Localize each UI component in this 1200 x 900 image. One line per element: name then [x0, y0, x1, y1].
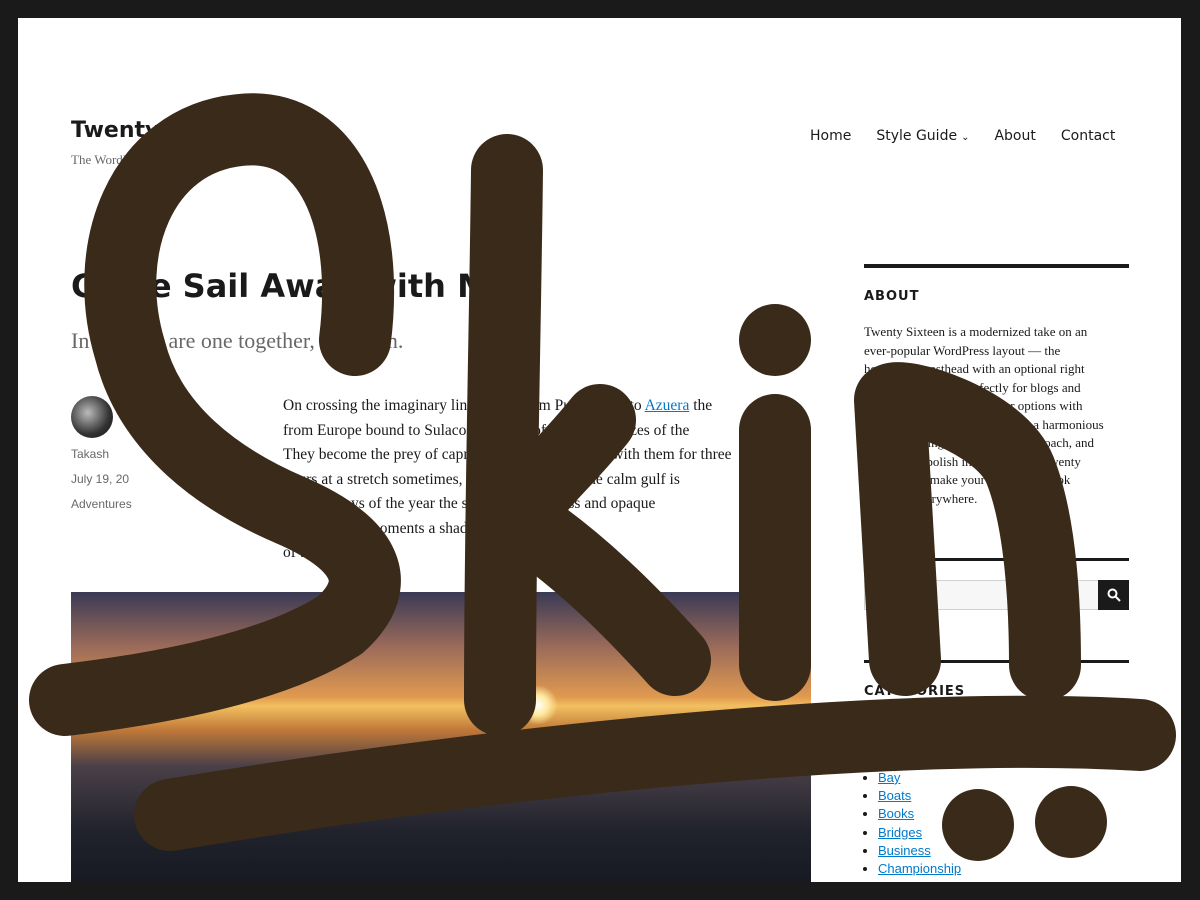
scribble-letter-k-arms — [484, 384, 711, 696]
scribble-dot-left — [942, 789, 1014, 861]
scribble-letter-k-stem — [464, 134, 543, 736]
scribble-dot-i — [739, 304, 811, 376]
scribble-dot-right — [1035, 786, 1107, 858]
skin-scribble-overlay — [29, 93, 1176, 861]
scribble-letter-n — [854, 362, 1081, 701]
scribble-letter-s — [29, 93, 401, 736]
browser-page: Twenty Sixteen The WordPress Home Style … — [18, 18, 1181, 882]
